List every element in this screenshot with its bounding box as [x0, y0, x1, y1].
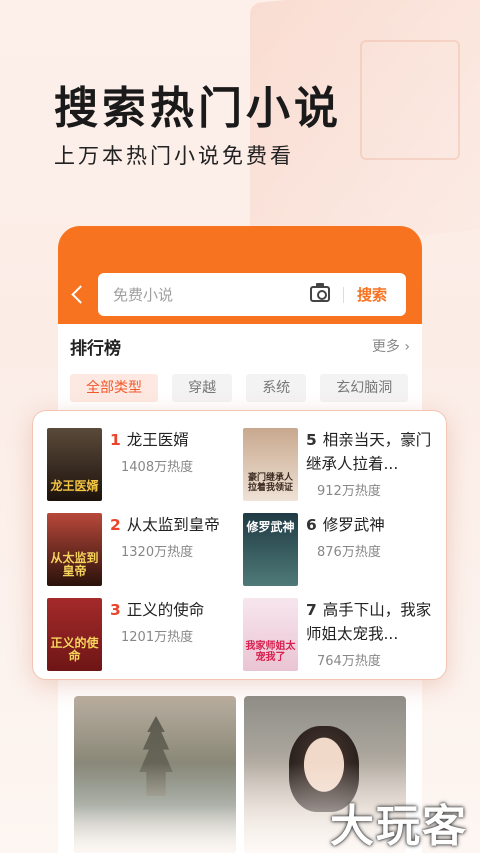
book-item[interactable]: 正义的使命 3 正义的使命 1201万热度 — [47, 598, 247, 676]
book-title: 3 正义的使命 — [110, 598, 238, 622]
cover-title: 从太监到皇帝 — [50, 551, 99, 578]
ranking-title: 排行榜 — [70, 339, 121, 359]
book-title: 2 从太监到皇帝 — [110, 513, 238, 537]
hero-subtitle: 上万本热门小说免费看 — [54, 144, 294, 168]
book-heat: 1201万热度 — [121, 630, 194, 645]
chip-fantasy[interactable]: 玄幻脑洞 — [320, 374, 409, 402]
book-outline-decoration — [360, 40, 460, 160]
hero-title: 搜索热门小说 — [54, 83, 342, 134]
more-link[interactable]: 更多 › — [372, 336, 410, 356]
chip-system[interactable]: 系统 — [246, 374, 307, 402]
fade — [74, 763, 236, 853]
book-rank: 7 — [306, 601, 317, 619]
book-rank: 5 — [306, 431, 317, 449]
ranking-card: 龙王医婿 1 龙王医婿 1408万热度 从太监到皇帝 2 从太监到皇帝 1320万热… — [32, 410, 447, 680]
featured-image-pagoda[interactable] — [74, 696, 236, 853]
book-cover: 龙王医婿 — [47, 428, 102, 501]
camera-icon[interactable] — [310, 283, 330, 302]
book-title-text: 相亲当天，豪门继承人拉着... — [306, 431, 432, 473]
book-rank: 3 — [110, 601, 121, 619]
book-cover: 豪门继承人拉着我领证 — [243, 428, 298, 501]
search-input[interactable] — [113, 273, 303, 316]
book-heat: 876万热度 — [317, 545, 381, 560]
cover-title: 正义的使命 — [50, 636, 99, 663]
book-item[interactable]: 我家师姐太宠我了 7 高手下山，我家师姐太宠我... 764万热度 — [243, 598, 443, 676]
category-chips: 全部类型 穿越 系统 玄幻脑洞 重 — [70, 374, 422, 402]
cover-title: 修罗武神 — [246, 520, 295, 534]
book-title-text: 高手下山，我家师姐太宠我... — [306, 601, 432, 643]
book-title: 1 龙王医婿 — [110, 428, 238, 452]
book-heat: 1320万热度 — [121, 545, 194, 560]
book-heat: 1408万热度 — [121, 460, 194, 475]
book-item[interactable]: 从太监到皇帝 2 从太监到皇帝 1320万热度 — [47, 513, 247, 591]
book-rank: 6 — [306, 516, 317, 534]
book-cover: 我家师姐太宠我了 — [243, 598, 298, 671]
book-title-text: 修罗武神 — [322, 516, 385, 534]
chip-all-types[interactable]: 全部类型 — [70, 374, 158, 402]
book-title: 6 修罗武神 — [306, 513, 434, 537]
book-title-text: 正义的使命 — [126, 601, 205, 619]
cover-title: 我家师姐太宠我了 — [245, 641, 296, 663]
chip-time-travel[interactable]: 穿越 — [172, 374, 233, 402]
search-header: 搜索 — [58, 226, 422, 324]
book-heat: 912万热度 — [317, 484, 381, 499]
book-heat: 764万热度 — [317, 654, 381, 669]
ranking-header: 排行榜 更多 › — [58, 324, 422, 366]
search-button[interactable]: 搜索 — [357, 284, 387, 305]
book-rank: 2 — [110, 516, 121, 534]
watermark: 大玩客 — [330, 801, 468, 852]
book-item[interactable]: 修罗武神 6 修罗武神 876万热度 — [243, 513, 443, 591]
book-cover: 修罗武神 — [243, 513, 298, 586]
book-title-text: 从太监到皇帝 — [126, 516, 220, 534]
book-cover: 正义的使命 — [47, 598, 102, 671]
book-rank: 1 — [110, 431, 121, 449]
book-item[interactable]: 龙王医婿 1 龙王医婿 1408万热度 — [47, 428, 247, 506]
book-item[interactable]: 豪门继承人拉着我领证 5 相亲当天，豪门继承人拉着... 912万热度 — [243, 428, 443, 506]
book-title-text: 龙王医婿 — [126, 431, 189, 449]
cover-title: 龙王医婿 — [50, 479, 99, 493]
cover-title: 豪门继承人拉着我领证 — [247, 473, 293, 493]
back-arrow-icon[interactable] — [70, 282, 90, 306]
book-cover: 从太监到皇帝 — [47, 513, 102, 586]
book-title: 5 相亲当天，豪门继承人拉着... — [306, 428, 434, 476]
divider — [343, 287, 344, 303]
search-box: 搜索 — [98, 273, 406, 316]
book-title: 7 高手下山，我家师姐太宠我... — [306, 598, 434, 646]
